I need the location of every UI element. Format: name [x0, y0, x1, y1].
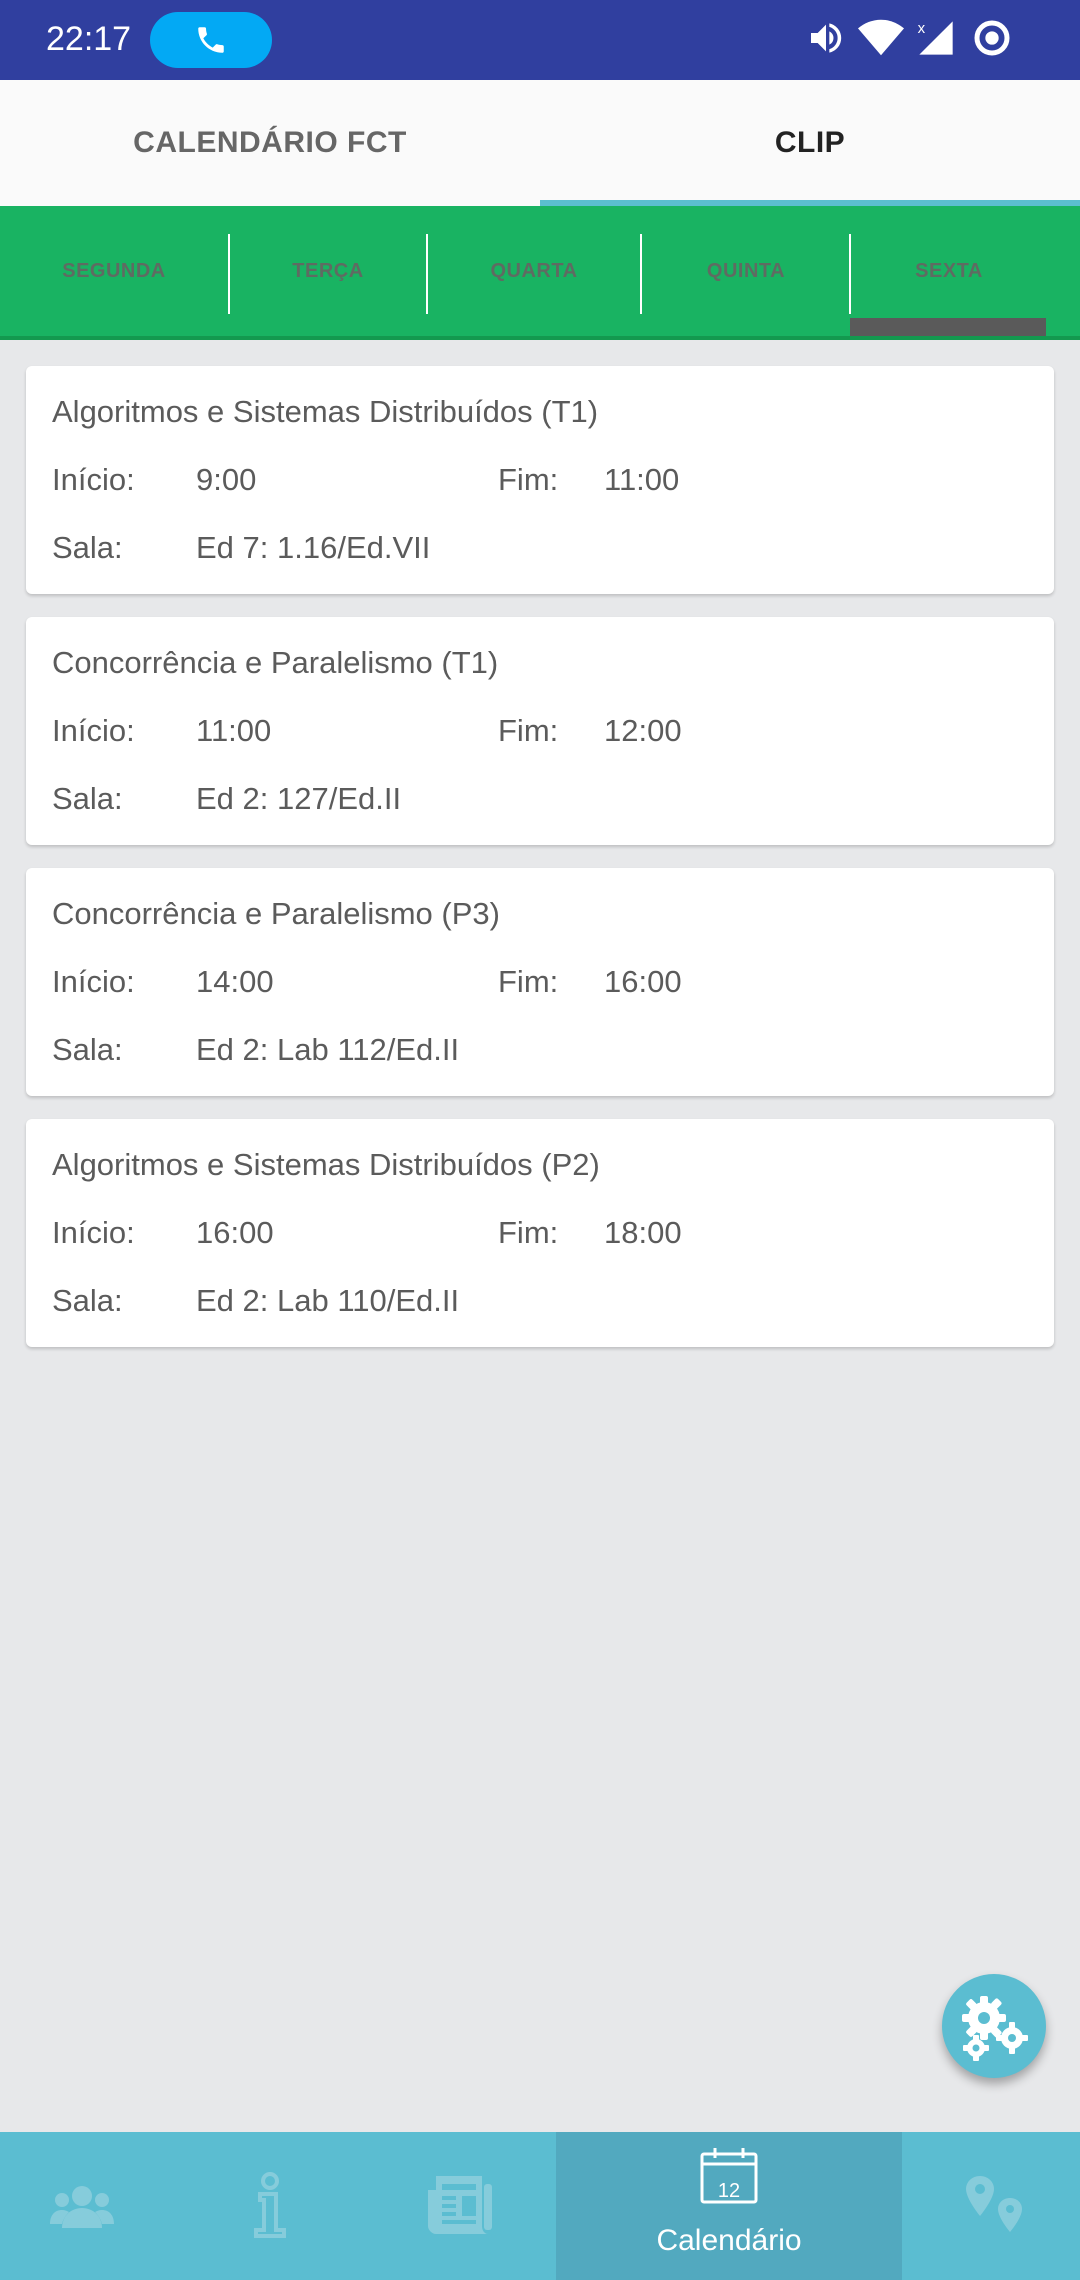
sync-icon	[974, 20, 1010, 56]
start-label: Início:	[52, 462, 135, 497]
tab-quinta[interactable]: QUINTA	[642, 206, 850, 336]
day-tab-indicator	[850, 318, 1046, 336]
room-label: Sala:	[52, 781, 123, 816]
svg-text:x: x	[918, 20, 926, 37]
gears-icon	[962, 1996, 1028, 2061]
start-time: 11:00	[196, 713, 272, 748]
room-value: Ed 2: Lab 112/Ed.II	[196, 1032, 460, 1067]
start-label: Início:	[52, 964, 135, 999]
nav-people[interactable]	[0, 2132, 164, 2280]
start-label: Início:	[52, 713, 135, 748]
people-icon	[50, 2186, 114, 2228]
calendar-day-number: 12	[717, 2180, 741, 2202]
end-label: Fim:	[498, 462, 559, 497]
class-title: Concorrência e Paralelismo (T1)	[52, 645, 499, 680]
settings-fab[interactable]	[942, 1974, 1046, 2078]
end-label: Fim:	[498, 1215, 559, 1250]
class-card[interactable]: Concorrência e Paralelismo (P3) Início: …	[26, 868, 1054, 1096]
status-bar: 22:17 x	[0, 0, 1080, 80]
end-time: 18:00	[604, 1215, 682, 1250]
class-card[interactable]: Algoritmos e Sistemas Distribuídos (T1) …	[26, 366, 1054, 594]
tab-calendario-fct[interactable]: CALENDÁRIO FCT	[0, 80, 540, 206]
map-pins-icon	[966, 2176, 1022, 2232]
signal-icon: x	[918, 20, 953, 55]
class-card[interactable]: Algoritmos e Sistemas Distribuídos (P2) …	[26, 1119, 1054, 1347]
news-icon	[428, 2176, 492, 2234]
room-value: Ed 7: 1.16/Ed.VII	[196, 530, 431, 565]
class-title: Concorrência e Paralelismo (P3)	[52, 896, 500, 931]
start-label: Início:	[52, 1215, 135, 1250]
room-value: Ed 2: 127/Ed.II	[196, 781, 402, 816]
tab-segunda[interactable]: SEGUNDA	[0, 206, 228, 336]
room-label: Sala:	[52, 530, 123, 565]
status-icons: x	[806, 18, 1046, 62]
class-title: Algoritmos e Sistemas Distribuídos (T1)	[52, 394, 599, 429]
room-value: Ed 2: Lab 110/Ed.II	[196, 1283, 460, 1318]
info-icon	[254, 2172, 286, 2238]
end-time: 16:00	[604, 964, 682, 999]
nav-map[interactable]	[902, 2132, 1080, 2280]
end-label: Fim:	[498, 713, 559, 748]
wifi-icon	[858, 19, 904, 56]
end-label: Fim:	[498, 964, 559, 999]
tab-quarta[interactable]: QUARTA	[428, 206, 640, 336]
ongoing-call-chip[interactable]	[150, 12, 272, 68]
phone-call-icon	[198, 27, 224, 53]
start-time: 14:00	[196, 964, 274, 999]
nav-calendar-label: Calendário	[656, 2224, 802, 2257]
top-tab-bar: CALENDÁRIO FCT CLIP	[0, 80, 1080, 206]
start-time: 9:00	[196, 462, 257, 497]
end-time: 12:00	[604, 713, 682, 748]
tab-clip[interactable]: CLIP	[540, 80, 1080, 206]
class-title: Algoritmos e Sistemas Distribuídos (P2)	[52, 1147, 600, 1182]
nav-calendar[interactable]: 12 Calendário	[556, 2132, 902, 2280]
class-card[interactable]: Concorrência e Paralelismo (T1) Início: …	[26, 617, 1054, 845]
end-time: 11:00	[604, 462, 680, 497]
nav-info[interactable]	[164, 2132, 378, 2280]
bottom-navigation: 12 Calendário	[0, 2132, 1080, 2280]
tab-sexta[interactable]: SEXTA	[851, 206, 1047, 336]
room-label: Sala:	[52, 1032, 123, 1067]
day-tab-bar: SEGUNDA TERÇA QUARTA QUINTA SEXTA	[0, 206, 1080, 340]
status-time: 22:17	[46, 20, 132, 58]
start-time: 16:00	[196, 1215, 274, 1250]
room-label: Sala:	[52, 1283, 123, 1318]
tab-terca[interactable]: TERÇA	[230, 206, 426, 336]
nav-news[interactable]	[378, 2132, 556, 2280]
volume-icon	[811, 23, 842, 53]
